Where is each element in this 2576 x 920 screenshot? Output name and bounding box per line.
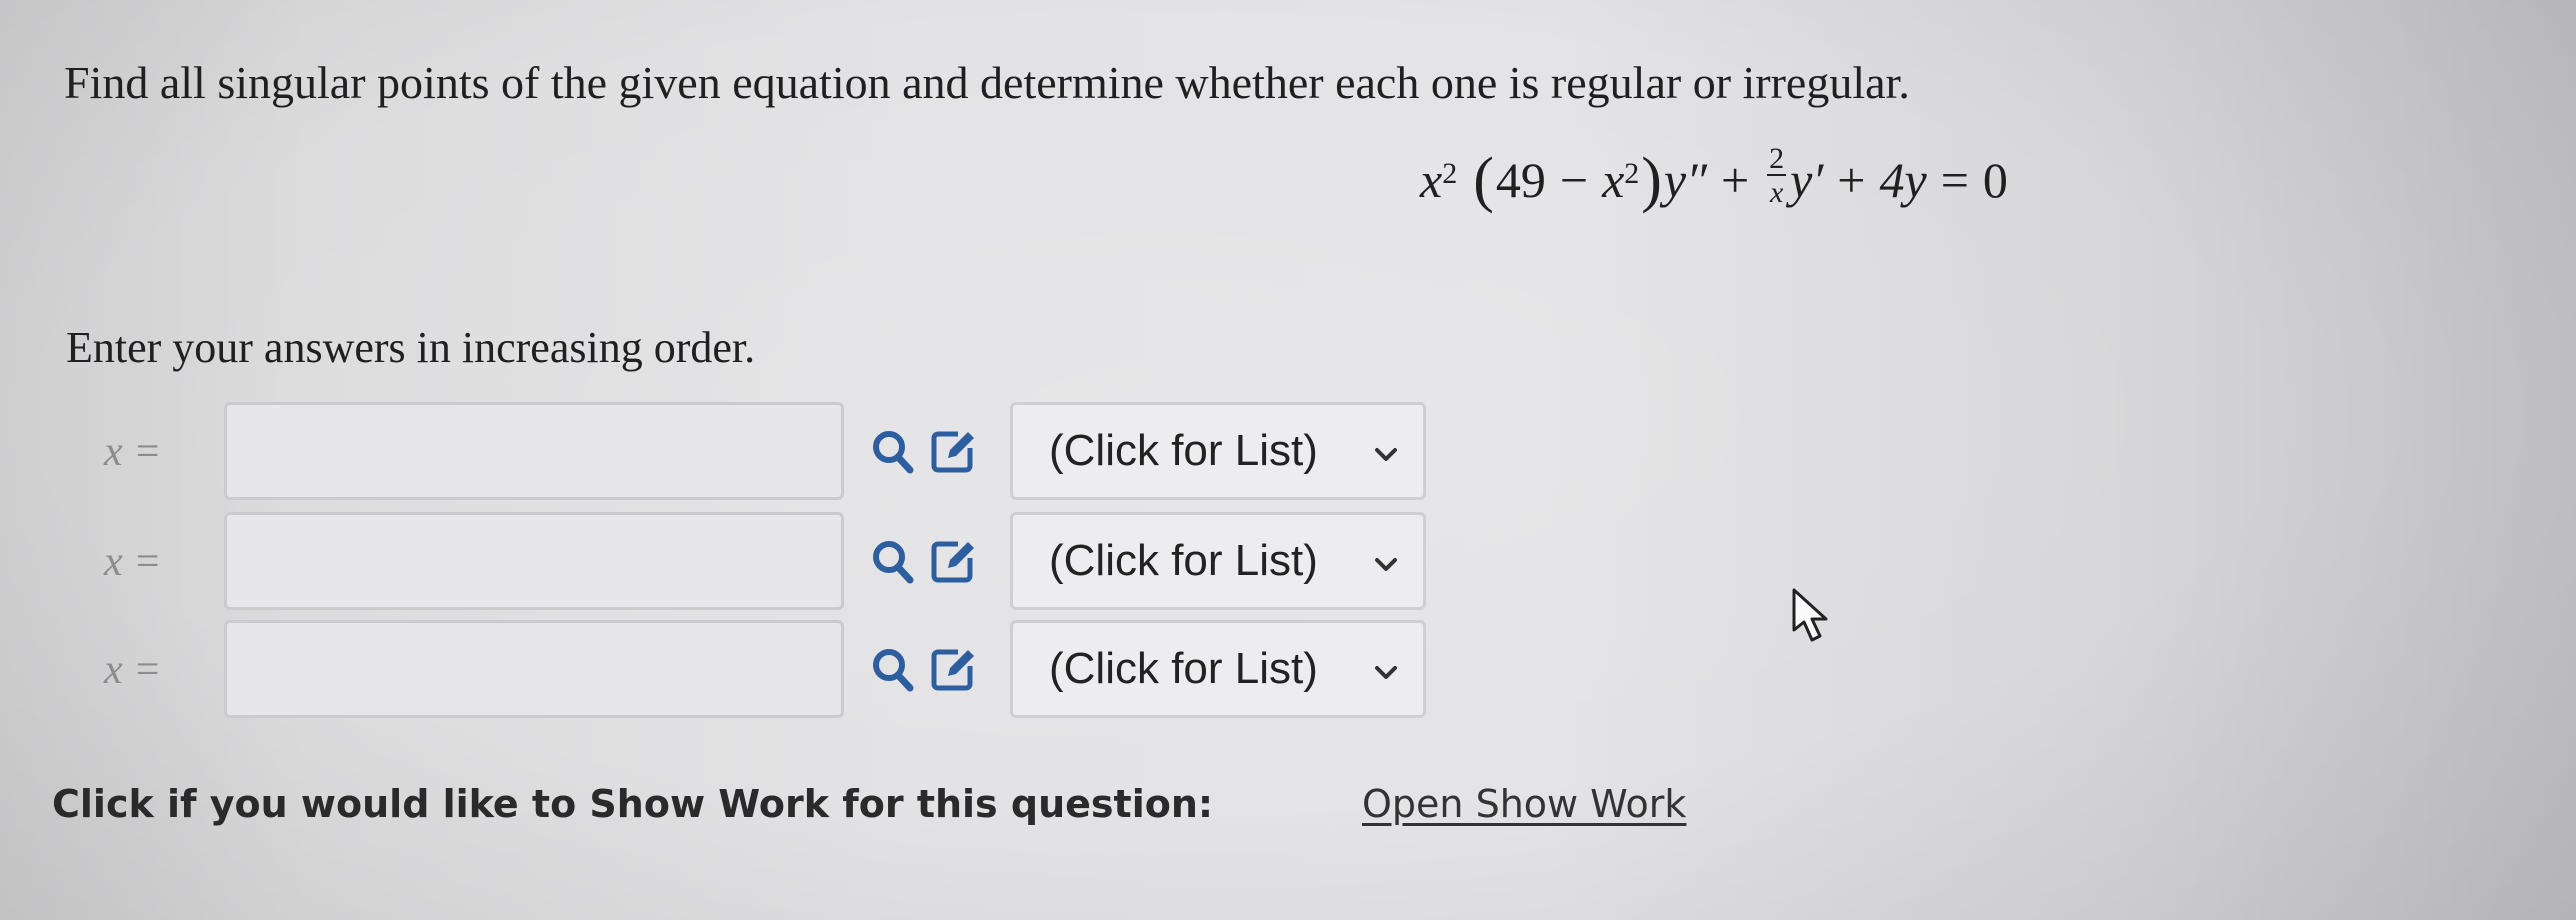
question-prompt: Find all singular points of the given eq… <box>64 57 1910 108</box>
eq-rhs: 0 <box>1982 152 2008 208</box>
search-icon[interactable] <box>868 426 918 476</box>
answer-instruction: Enter your answers in increasing order. <box>66 323 756 372</box>
select-label: (Click for List) <box>1049 426 1318 475</box>
classification-select-2[interactable]: (Click for List) <box>1010 512 1426 610</box>
eq-const: 49 <box>1495 152 1546 208</box>
search-icon[interactable] <box>868 644 918 694</box>
eq-fraction: 2 x <box>1767 142 1787 209</box>
chevron-down-icon <box>1375 448 1397 461</box>
eq-term3: 4y <box>1879 152 1927 208</box>
mouse-cursor-icon <box>1792 588 1828 642</box>
eq-x2: x <box>1602 152 1625 208</box>
eq-ypp: y″ <box>1663 152 1707 208</box>
eq-exp: 2 <box>1442 157 1458 190</box>
answer-label: x = <box>104 539 162 585</box>
answer-label: x = <box>104 647 162 693</box>
show-work-prompt: Click if you would like to Show Work for… <box>52 782 1214 826</box>
eq-close-paren: ) <box>1641 145 1662 214</box>
eq-equals: = <box>1940 152 1969 208</box>
eq-exp2: 2 <box>1624 157 1640 190</box>
answer-row-2: x = (Click for List) <box>0 512 1500 612</box>
answer-input-3[interactable] <box>224 620 844 718</box>
chevron-down-icon <box>1375 666 1397 679</box>
eq-frac-num: 2 <box>1767 142 1787 176</box>
eq-minus: − <box>1559 152 1589 208</box>
eq-plus2: + <box>1837 152 1866 208</box>
edit-icon[interactable] <box>928 536 978 586</box>
answer-input-2[interactable] <box>224 512 844 610</box>
eq-frac-den: x <box>1769 176 1784 209</box>
eq-yp: y′ <box>1790 152 1824 208</box>
differential-equation: x2 ( 49 − x2 ) y″ + 2 x y′ + 4y = 0 <box>1420 142 2008 215</box>
eq-open-paren: ( <box>1473 145 1494 214</box>
chevron-down-icon <box>1375 558 1397 571</box>
open-show-work-link[interactable]: Open Show Work <box>1362 782 1686 826</box>
answer-row-3: x = (Click for List) <box>0 620 1500 720</box>
edit-icon[interactable] <box>928 644 978 694</box>
classification-select-3[interactable]: (Click for List) <box>1010 620 1426 718</box>
answer-label: x = <box>104 429 162 475</box>
classification-select-1[interactable]: (Click for List) <box>1010 402 1426 500</box>
answer-input-1[interactable] <box>224 402 844 500</box>
select-label: (Click for List) <box>1049 536 1318 585</box>
eq-plus: + <box>1720 152 1750 208</box>
select-label: (Click for List) <box>1049 644 1318 693</box>
edit-icon[interactable] <box>928 426 978 476</box>
eq-x: x <box>1420 152 1443 208</box>
search-icon[interactable] <box>868 536 918 586</box>
answer-row-1: x = (Click for List) <box>0 402 1500 502</box>
